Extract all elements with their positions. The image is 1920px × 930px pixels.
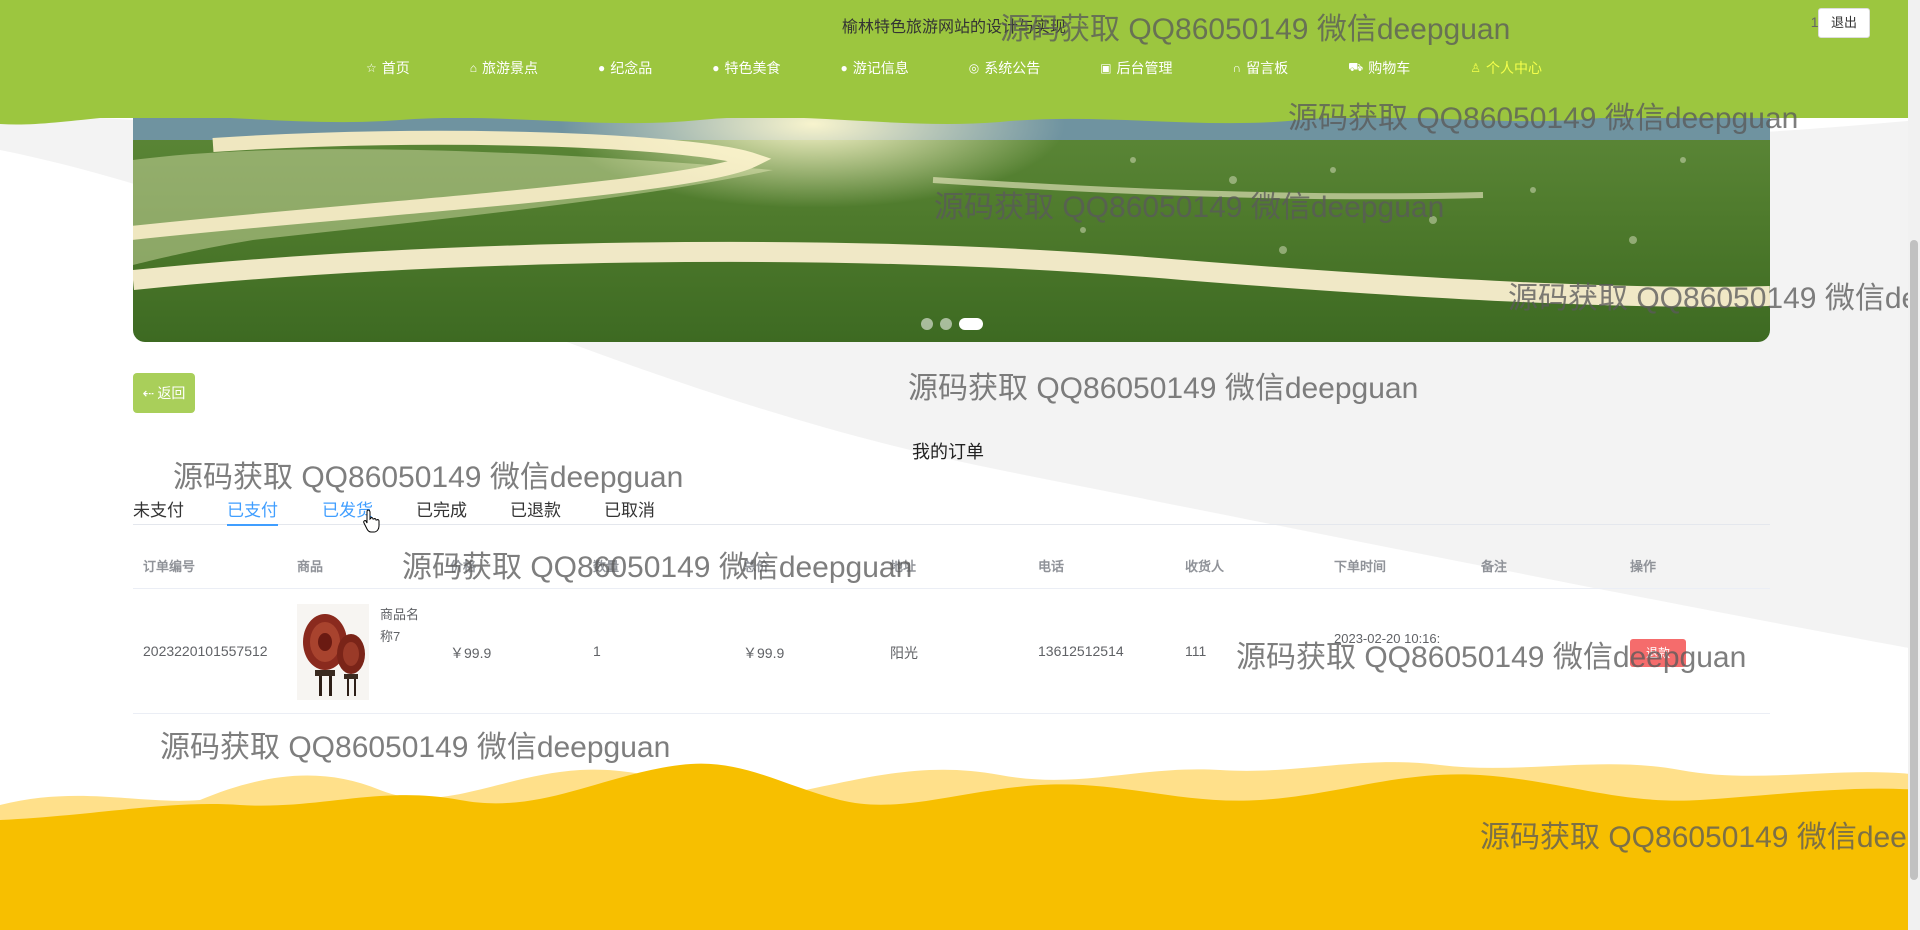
site-title: 榆林特色旅游网站的设计与实现 bbox=[841, 19, 1066, 36]
building-icon: ▣ bbox=[1100, 61, 1112, 75]
bag-icon: ⌂ bbox=[469, 61, 477, 75]
user-icon: ♙ bbox=[1470, 61, 1482, 75]
help-icon: ● bbox=[712, 61, 720, 75]
question-icon: ● bbox=[840, 61, 848, 75]
quantity: 1 bbox=[593, 643, 601, 659]
info-icon: ● bbox=[597, 61, 606, 75]
page-scrollbar[interactable] bbox=[1908, 0, 1920, 930]
nav-souvenirs[interactable]: ● 纪念品 bbox=[568, 58, 682, 78]
globe-icon: ◎ bbox=[968, 61, 980, 75]
carousel-dot-1[interactable] bbox=[920, 318, 933, 330]
col-action: 操作 bbox=[1630, 559, 1657, 574]
logout-button[interactable]: 退出 bbox=[1818, 8, 1870, 38]
col-note: 备注 bbox=[1481, 559, 1508, 574]
site-header: 榆林特色旅游网站的设计与实现 111 退出 ☆首页 ⌂旅游景点 ●纪念品 ●特色… bbox=[0, 0, 1908, 118]
col-time: 下单时间 bbox=[1334, 559, 1387, 574]
order-time: 2023-02-20 10:16: bbox=[1334, 631, 1441, 646]
tab-paid[interactable]: 已支付 bbox=[227, 496, 278, 526]
address: 阳光 bbox=[890, 645, 918, 661]
tab-completed[interactable]: 已完成 bbox=[416, 496, 467, 521]
order-number: 2023220101557512 bbox=[143, 643, 268, 659]
total-price: ￥99.9 bbox=[743, 645, 785, 661]
main-nav: ☆ 首页 ⌂ 旅游景点 ● 纪念品 ● 特色美食 ● 游记信息 ◎ 系统公告 ▣ 后台管理 ∩… bbox=[0, 58, 1908, 78]
headset-icon: ∩ bbox=[1232, 61, 1242, 75]
table-header: 订单编号 商品 价格 数量 总价 地址 电话 收货人 下单时间 备注 操作 bbox=[133, 548, 1770, 589]
nav-messages[interactable]: ∩ 留言板 bbox=[1203, 58, 1319, 78]
arrow-left-icon: ⇠ bbox=[142, 384, 155, 401]
tab-cancelled[interactable]: 已取消 bbox=[604, 496, 655, 521]
product-name: 商品名称7 bbox=[380, 607, 420, 644]
tab-unpaid[interactable]: 未支付 bbox=[133, 496, 184, 521]
carousel-dots bbox=[133, 318, 1770, 330]
nav-notice[interactable]: ◎ 系统公告 bbox=[939, 58, 1070, 78]
page-title: 我的订单 bbox=[912, 442, 984, 462]
banner-carousel[interactable] bbox=[133, 100, 1770, 342]
tab-refunded[interactable]: 已退款 bbox=[510, 496, 561, 521]
col-total: 总价 bbox=[743, 559, 770, 574]
nav-user-center[interactable]: ♙ 个人中心 bbox=[1440, 58, 1572, 78]
back-button[interactable]: ⇠ 返回 bbox=[133, 373, 195, 413]
refund-button[interactable]: 退款 bbox=[1630, 639, 1686, 667]
footer-hills bbox=[0, 762, 1920, 930]
col-order-no: 订单编号 bbox=[143, 559, 196, 574]
col-address: 地址 bbox=[890, 559, 917, 574]
col-qty: 数量 bbox=[593, 559, 620, 574]
order-table: 订单编号 商品 价格 数量 总价 地址 电话 收货人 下单时间 备注 操作 20… bbox=[133, 548, 1770, 714]
scrollbar-thumb[interactable] bbox=[1910, 240, 1918, 880]
phone: 13612512514 bbox=[1038, 643, 1124, 659]
hand-cursor-icon bbox=[363, 509, 380, 533]
carousel-dot-2[interactable] bbox=[939, 318, 952, 330]
product-thumbnail[interactable] bbox=[297, 604, 369, 700]
cart-icon: ⛟ bbox=[1348, 60, 1364, 74]
banner-image bbox=[133, 100, 1770, 342]
unit-price: ￥99.9 bbox=[450, 645, 492, 661]
col-phone: 电话 bbox=[1038, 559, 1065, 574]
nav-food[interactable]: ● 特色美食 bbox=[682, 58, 810, 78]
star-icon: ☆ bbox=[365, 61, 377, 75]
nav-home[interactable]: ☆ 首页 bbox=[336, 58, 440, 78]
carousel-dot-3[interactable] bbox=[958, 318, 983, 330]
col-price: 价格 bbox=[450, 559, 477, 574]
nav-cart[interactable]: ⛟ 购物车 bbox=[1318, 58, 1440, 78]
receiver: 111 bbox=[1185, 643, 1207, 659]
nav-attractions[interactable]: ⌂ 旅游景点 bbox=[440, 58, 568, 78]
header-wave bbox=[0, 104, 1908, 125]
col-product: 商品 bbox=[297, 559, 324, 574]
nav-travelogue[interactable]: ● 游记信息 bbox=[810, 58, 938, 78]
col-receiver: 收货人 bbox=[1185, 559, 1225, 574]
table-row: 2023220101557512 商品名称7 ￥99.9 1 ￥99.9 阳光 … bbox=[133, 589, 1770, 714]
nav-admin[interactable]: ▣ 后台管理 bbox=[1070, 58, 1202, 78]
